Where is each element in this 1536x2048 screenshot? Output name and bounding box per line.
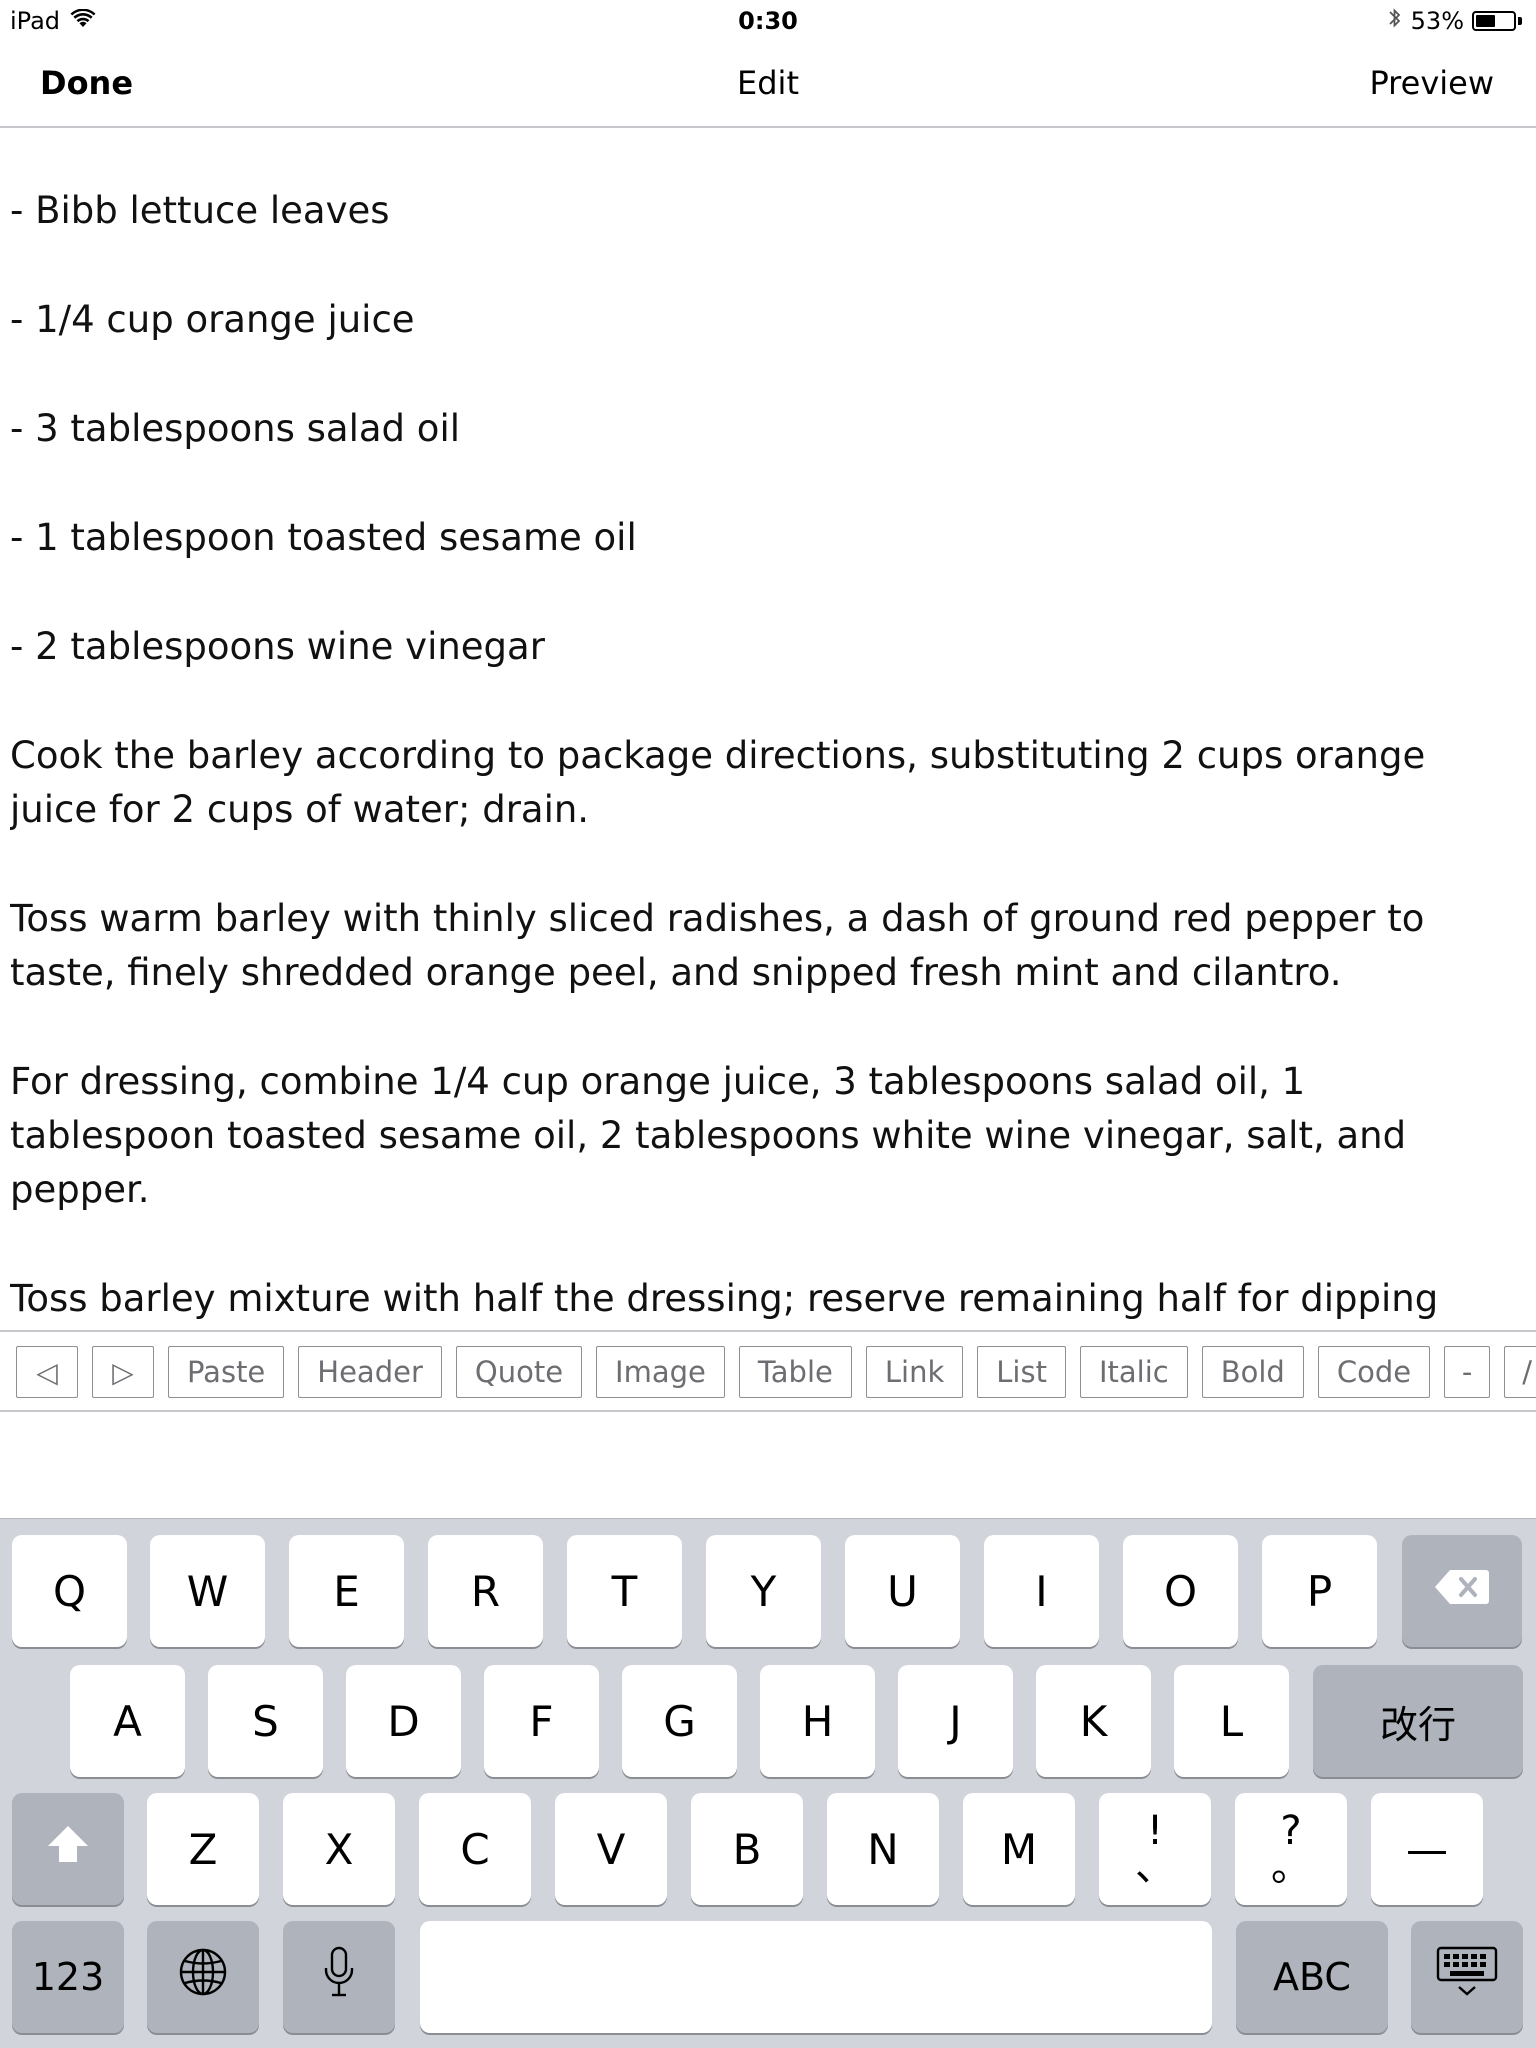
table-button[interactable]: Table bbox=[738, 1346, 852, 1398]
question-period-key[interactable]: ? 。 bbox=[1235, 1793, 1347, 1905]
globe-key[interactable] bbox=[147, 1921, 259, 2033]
battery-fill bbox=[1476, 15, 1496, 27]
nav-bar: Done Edit Preview bbox=[0, 40, 1536, 128]
key-a[interactable]: A bbox=[70, 1665, 185, 1777]
key-o[interactable]: O bbox=[1123, 1535, 1238, 1647]
markdown-editor[interactable]: - Bibb lettuce leaves - 1/4 cup orange j… bbox=[10, 184, 1520, 1324]
return-key[interactable]: 改行 bbox=[1313, 1665, 1523, 1777]
key-f[interactable]: F bbox=[484, 1665, 599, 1777]
status-bar: iPad 0:30 53% bbox=[0, 0, 1536, 40]
nav-title: Edit bbox=[737, 64, 799, 102]
status-time: 0:30 bbox=[738, 7, 798, 35]
italic-button[interactable]: Italic bbox=[1079, 1346, 1188, 1398]
shift-key[interactable] bbox=[12, 1793, 124, 1905]
delete-key[interactable] bbox=[1402, 1535, 1522, 1647]
markdown-toolbar: ◁ ▷ Paste Header Quote Image Table Link … bbox=[0, 1330, 1536, 1412]
editor-line: - 1/4 cup orange juice bbox=[10, 298, 415, 341]
bluetooth-icon bbox=[1387, 6, 1403, 36]
numbers-key[interactable]: 123 bbox=[12, 1921, 124, 2033]
key-d[interactable]: D bbox=[346, 1665, 461, 1777]
keyboard: Q W E R T Y U I O P A S D F G H J K L 改行… bbox=[0, 1518, 1536, 2048]
key-p[interactable]: P bbox=[1262, 1535, 1377, 1647]
key-b[interactable]: B bbox=[691, 1793, 803, 1905]
header-button[interactable]: Header bbox=[298, 1346, 442, 1398]
keyboard-dismiss-key[interactable] bbox=[1411, 1921, 1523, 2033]
key-bottom-char: 、 bbox=[1135, 1844, 1175, 1890]
key-k[interactable]: K bbox=[1036, 1665, 1151, 1777]
shift-icon bbox=[46, 1824, 90, 1874]
key-v[interactable]: V bbox=[555, 1793, 667, 1905]
dictation-key[interactable] bbox=[283, 1921, 395, 2033]
key-g[interactable]: G bbox=[622, 1665, 737, 1777]
paste-button[interactable]: Paste bbox=[168, 1346, 285, 1398]
exclamation-comma-key[interactable]: ! 、 bbox=[1099, 1793, 1211, 1905]
abc-key[interactable]: ABC bbox=[1236, 1921, 1388, 2033]
editor-line: - 1 tablespoon toasted sesame oil bbox=[10, 516, 637, 559]
battery-percent: 53% bbox=[1410, 7, 1464, 35]
key-q[interactable]: Q bbox=[12, 1535, 127, 1647]
key-z[interactable]: Z bbox=[147, 1793, 259, 1905]
link-button[interactable]: Link bbox=[865, 1346, 964, 1398]
bold-button[interactable]: Bold bbox=[1201, 1346, 1304, 1398]
done-button[interactable]: Done bbox=[40, 64, 133, 102]
quote-button[interactable]: Quote bbox=[455, 1346, 583, 1398]
space-bar[interactable] bbox=[420, 1921, 1212, 2033]
editor-line: - Bibb lettuce leaves bbox=[10, 189, 390, 232]
key-bottom-char: 。 bbox=[1271, 1844, 1311, 1890]
list-button[interactable]: List bbox=[977, 1346, 1066, 1398]
globe-icon bbox=[178, 1947, 228, 2007]
editor-paragraph: Toss warm barley with thinly sliced radi… bbox=[10, 897, 1437, 994]
editor-line: - 3 tablespoons salad oil bbox=[10, 407, 460, 450]
delete-icon bbox=[1434, 1567, 1490, 1616]
key-j[interactable]: J bbox=[898, 1665, 1013, 1777]
microphone-icon bbox=[322, 1946, 356, 2008]
key-c[interactable]: C bbox=[419, 1793, 531, 1905]
preview-button[interactable]: Preview bbox=[1369, 64, 1494, 102]
cursor-right-button[interactable]: ▷ bbox=[92, 1346, 154, 1398]
key-h[interactable]: H bbox=[760, 1665, 875, 1777]
slash-button[interactable]: / bbox=[1504, 1346, 1536, 1398]
image-button[interactable]: Image bbox=[596, 1346, 725, 1398]
dash-key[interactable]: — bbox=[1371, 1793, 1483, 1905]
key-m[interactable]: M bbox=[963, 1793, 1075, 1905]
dash-button[interactable]: - bbox=[1444, 1346, 1491, 1398]
editor-line: - 2 tablespoons wine vinegar bbox=[10, 625, 545, 668]
editor-paragraph: For dressing, combine 1/4 cup orange jui… bbox=[10, 1060, 1418, 1211]
code-button[interactable]: Code bbox=[1317, 1346, 1431, 1398]
keyboard-dismiss-icon bbox=[1436, 1946, 1498, 2008]
editor-paragraph: Cook the barley according to package dir… bbox=[10, 734, 1438, 831]
key-n[interactable]: N bbox=[827, 1793, 939, 1905]
key-y[interactable]: Y bbox=[706, 1535, 821, 1647]
key-w[interactable]: W bbox=[150, 1535, 265, 1647]
cursor-left-button[interactable]: ◁ bbox=[16, 1346, 78, 1398]
status-right: 53% bbox=[1387, 6, 1522, 36]
key-i[interactable]: I bbox=[984, 1535, 1099, 1647]
markdown-toolbar-row: ◁ ▷ Paste Header Quote Image Table Link … bbox=[16, 1346, 1536, 1398]
key-t[interactable]: T bbox=[567, 1535, 682, 1647]
key-u[interactable]: U bbox=[845, 1535, 960, 1647]
key-l[interactable]: L bbox=[1174, 1665, 1289, 1777]
battery-tip bbox=[1518, 17, 1522, 25]
editor-paragraph: Toss barley mixture with half the dressi… bbox=[10, 1277, 1439, 1320]
key-x[interactable]: X bbox=[283, 1793, 395, 1905]
key-e[interactable]: E bbox=[289, 1535, 404, 1647]
key-r[interactable]: R bbox=[428, 1535, 543, 1647]
key-s[interactable]: S bbox=[208, 1665, 323, 1777]
battery-icon bbox=[1472, 11, 1516, 31]
